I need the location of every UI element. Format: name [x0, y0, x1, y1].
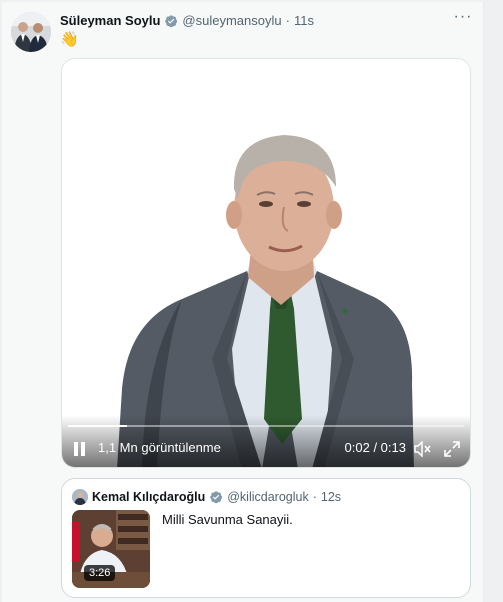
- video-frame: [62, 59, 470, 467]
- quoted-tweet-header: Kemal Kılıçdaroğlu @kilicdarogluk · 12s: [72, 489, 341, 505]
- verified-badge-icon: [209, 490, 223, 504]
- tweet[interactable]: Süleyman Soylu @suleymansoylu · 11s ··· …: [2, 2, 484, 602]
- video-player[interactable]: 1,1 Mn görüntülenme 0:02 / 0:13: [61, 58, 471, 468]
- video-controls: 1,1 Mn görüntülenme 0:02 / 0:13: [62, 415, 470, 467]
- quoted-tweet-text: Milli Savunma Sanayii.: [162, 512, 293, 527]
- author-avatar[interactable]: [11, 12, 51, 52]
- tweet-header: Süleyman Soylu @suleymansoylu · 11s: [60, 13, 314, 28]
- separator-dot: ·: [312, 490, 317, 504]
- video-duration: 3:26: [84, 565, 116, 581]
- quoted-author-avatar: [72, 489, 88, 505]
- verified-badge-icon: [164, 14, 178, 28]
- fullscreen-icon[interactable]: [444, 441, 460, 457]
- separator-dot: ·: [285, 13, 290, 28]
- volume-muted-icon[interactable]: [414, 440, 432, 458]
- post-time[interactable]: 11s: [294, 13, 314, 28]
- quoted-video-thumbnail[interactable]: 3:26: [72, 510, 150, 588]
- quoted-tweet[interactable]: Kemal Kılıçdaroğlu @kilicdarogluk · 12s: [61, 478, 471, 598]
- quoted-author-name: Kemal Kılıçdaroğlu: [92, 490, 206, 504]
- video-time: 0:02 / 0:13: [344, 440, 406, 455]
- view-count: 1,1 Mn görüntülenme: [98, 440, 221, 455]
- tweet-text: 👋: [60, 31, 79, 48]
- more-icon[interactable]: ···: [451, 9, 475, 28]
- author-name[interactable]: Süleyman Soylu: [60, 13, 160, 28]
- author-handle[interactable]: @suleymansoylu: [182, 13, 281, 28]
- pause-icon[interactable]: [72, 441, 86, 457]
- progress-bar[interactable]: [68, 425, 464, 427]
- progress-fill: [68, 425, 128, 427]
- quoted-author-handle: @kilicdarogluk: [227, 490, 309, 504]
- quoted-post-time: 12s: [320, 490, 342, 504]
